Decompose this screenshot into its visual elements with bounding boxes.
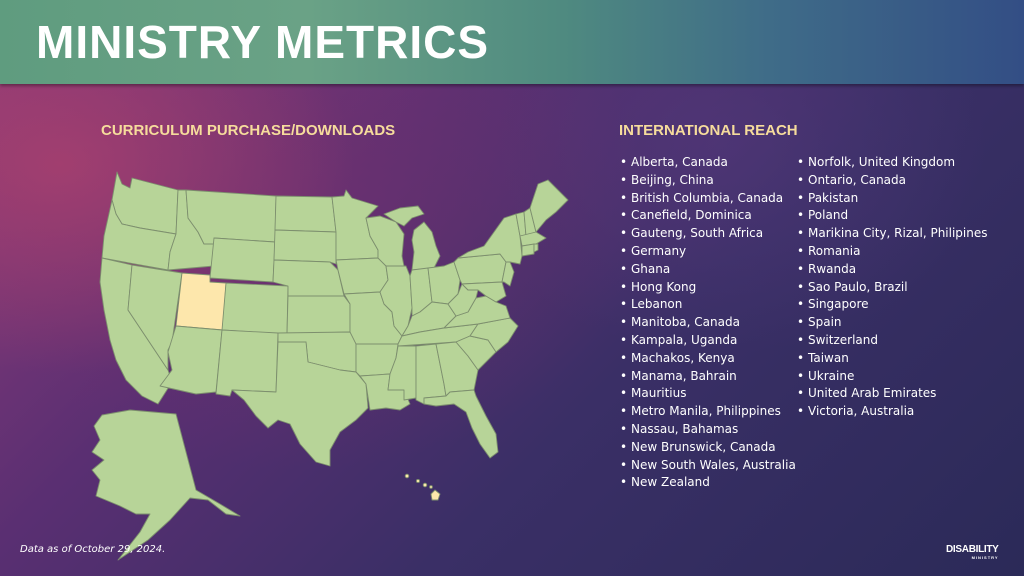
logo-sub-text: MINISTRY	[971, 555, 999, 560]
state-maine[interactable]	[529, 179, 569, 233]
data-date-footnote: Data as of October 29, 2024.	[20, 544, 166, 555]
reach-list-item: Switzerland	[796, 332, 996, 350]
international-reach-list-column-2: Norfolk, United KingdomOntario, CanadaPa…	[796, 154, 996, 421]
state-wyoming[interactable]	[209, 237, 276, 283]
reach-list-item: New South Wales, Australia	[619, 457, 799, 475]
reach-list-item: British Columbia, Canada	[619, 190, 799, 208]
state-pennsylvania[interactable]	[453, 253, 507, 285]
state-florida[interactable]	[423, 389, 499, 459]
reach-list-item: Singapore	[796, 296, 996, 314]
reach-list-item: Manitoba, Canada	[619, 314, 799, 332]
reach-list-item: Metro Manila, Philippines	[619, 403, 799, 421]
reach-list-item: Ghana	[619, 261, 799, 279]
reach-list-item: New Brunswick, Canada	[619, 439, 799, 457]
state-iowa[interactable]	[335, 257, 389, 295]
disability-ministry-logo: DISABILITY MINISTRY	[946, 544, 999, 560]
reach-list-item: Mauritius	[619, 385, 799, 403]
state-montana[interactable]	[185, 189, 277, 245]
international-reach-list-column-1: Alberta, CanadaBeijing, ChinaBritish Col…	[619, 154, 799, 492]
reach-list-item: Lebanon	[619, 296, 799, 314]
reach-list-item: Ukraine	[796, 368, 996, 386]
reach-list-item: Alberta, Canada	[619, 154, 799, 172]
state-new-mexico[interactable]	[215, 329, 279, 397]
reach-list-item: Manama, Bahrain	[619, 368, 799, 386]
reach-list-item: United Arab Emirates	[796, 385, 996, 403]
state-alaska[interactable]	[91, 409, 241, 561]
reach-list-item: Taiwan	[796, 350, 996, 368]
reach-list-item: Poland	[796, 207, 996, 225]
page-title: MINISTRY METRICS	[36, 16, 490, 68]
reach-list-item: Machakos, Kenya	[619, 350, 799, 368]
state-rhode-island[interactable]	[533, 243, 539, 253]
reach-list-item: Canefield, Dominica	[619, 207, 799, 225]
state-utah[interactable]	[175, 272, 227, 331]
state-south-dakota[interactable]	[273, 229, 337, 265]
reach-list-item: Hong Kong	[619, 279, 799, 297]
reach-list-item: Rwanda	[796, 261, 996, 279]
logo-main-text: DISABILITY	[946, 544, 999, 555]
reach-list-item: Spain	[796, 314, 996, 332]
map-section-title: CURRICULUM PURCHASE/DOWNLOADS	[101, 122, 396, 139]
reach-list-item: Kampala, Uganda	[619, 332, 799, 350]
header-banner: MINISTRY METRICS	[0, 0, 1024, 84]
reach-list-item: Victoria, Australia	[796, 403, 996, 421]
state-north-dakota[interactable]	[274, 195, 337, 233]
state-hawaii[interactable]	[404, 473, 441, 501]
reach-list-item: Gauteng, South Africa	[619, 225, 799, 243]
reach-list-item: Norfolk, United Kingdom	[796, 154, 996, 172]
us-states-map	[91, 171, 569, 561]
state-kansas[interactable]	[286, 295, 351, 335]
state-colorado[interactable]	[221, 282, 289, 335]
reach-list-item: Romania	[796, 243, 996, 261]
reach-list-item: New Zealand	[619, 474, 799, 492]
reach-section-title: INTERNATIONAL REACH	[619, 122, 798, 139]
reach-list-item: Sao Paulo, Brazil	[796, 279, 996, 297]
reach-list-item: Beijing, China	[619, 172, 799, 190]
reach-list-item: Ontario, Canada	[796, 172, 996, 190]
state-connecticut[interactable]	[521, 243, 535, 257]
reach-list-item: Pakistan	[796, 190, 996, 208]
reach-list-item: Nassau, Bahamas	[619, 421, 799, 439]
reach-list-item: Germany	[619, 243, 799, 261]
reach-list-item: Marikina City, Rizal, Philipines	[796, 225, 996, 243]
